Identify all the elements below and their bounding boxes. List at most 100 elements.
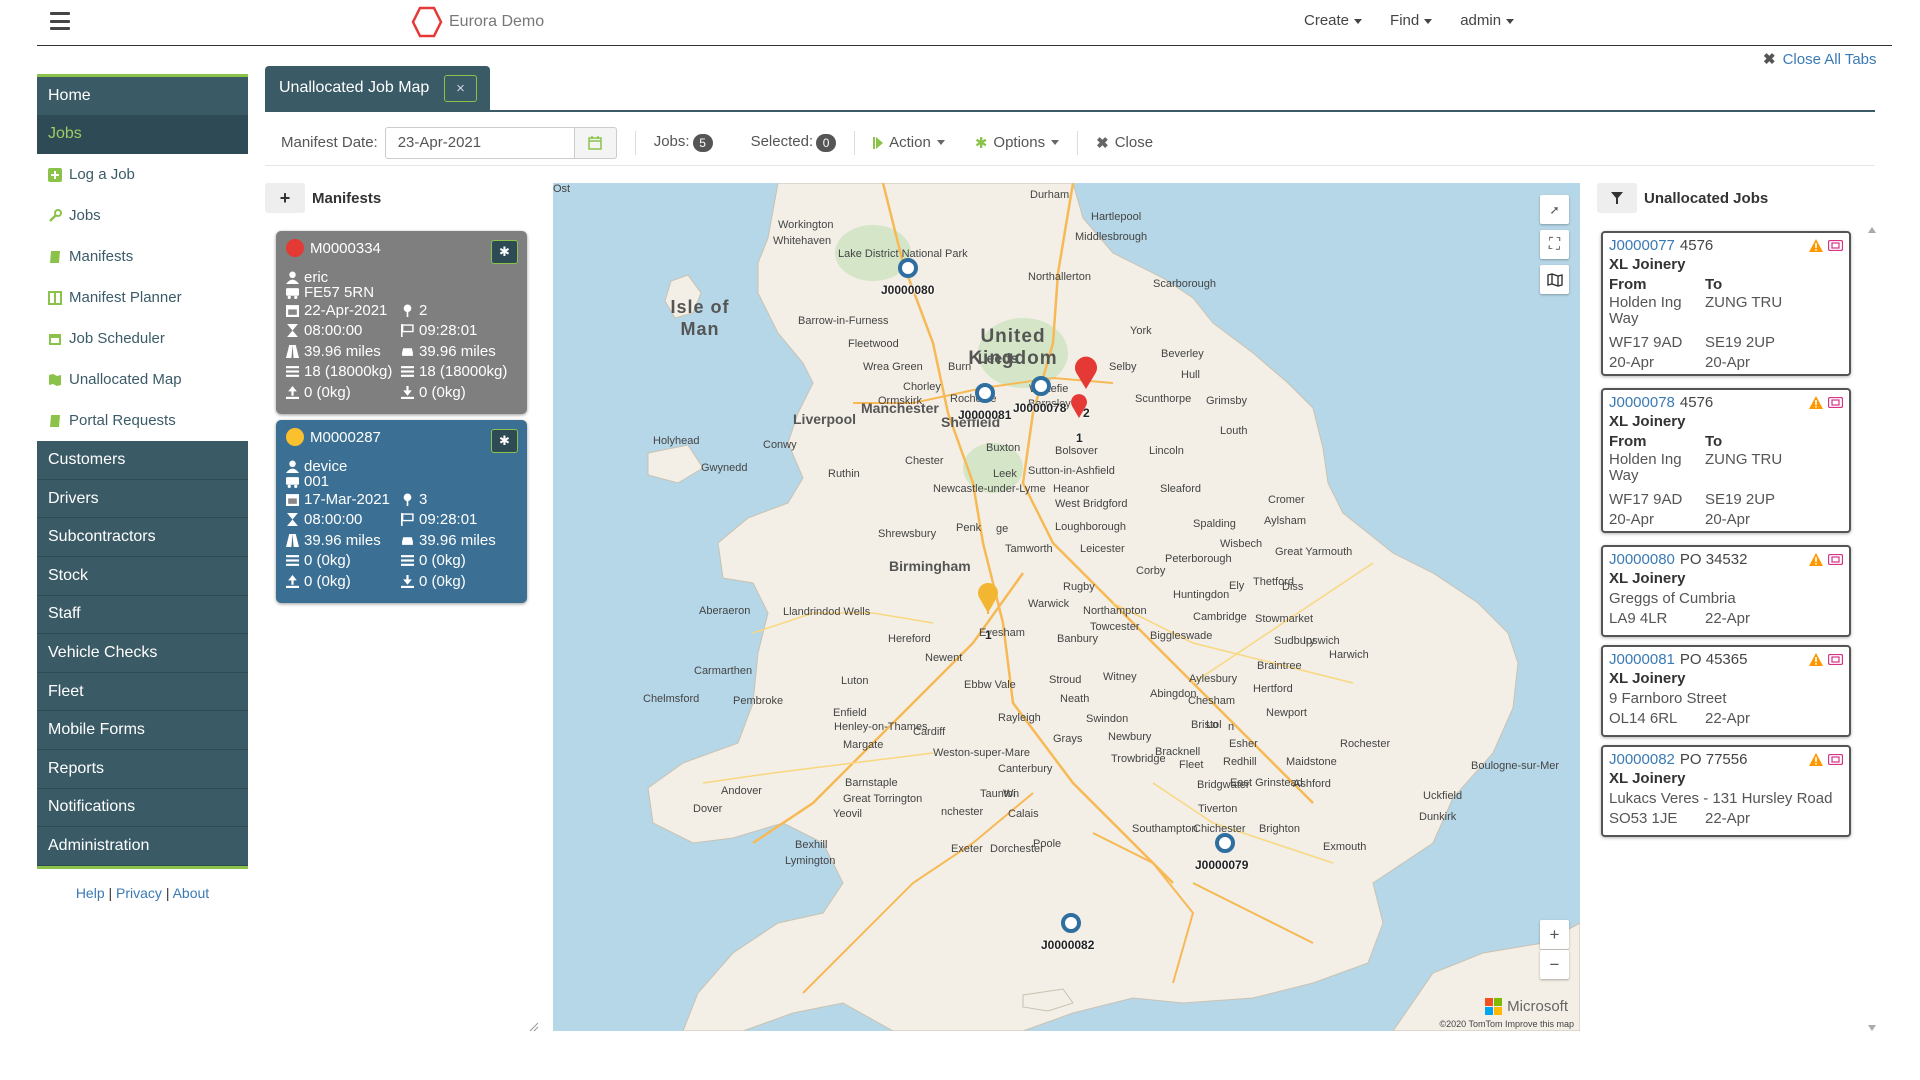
location-marker-icon xyxy=(1075,356,1097,389)
map-place-label: Chorley xyxy=(903,381,941,393)
job-address: 9 Farnboro Street xyxy=(1609,690,1727,707)
sidebar-item-notifications[interactable]: Notifications xyxy=(37,788,248,828)
hamburger-menu-icon[interactable] xyxy=(50,12,70,30)
map-place-label: Great Yarmouth xyxy=(1275,546,1353,558)
options-dropdown[interactable]: ✱ Options xyxy=(975,134,1060,152)
map-place-label: Rayleigh xyxy=(998,712,1041,724)
job-id-link[interactable]: J0000081 xyxy=(1609,651,1675,668)
map-pin-blue[interactable] xyxy=(1031,376,1051,400)
calendar-icon xyxy=(48,332,62,346)
sidebar-item-drivers[interactable]: Drivers xyxy=(37,479,248,519)
map-pin-blue[interactable] xyxy=(1215,833,1235,857)
sidebar-item-fleet[interactable]: Fleet xyxy=(37,672,248,712)
map-view[interactable]: Durham Hartlepool Middlesbrough Workington W… xyxy=(553,183,1580,1031)
job-date: 22-Apr xyxy=(1705,810,1751,827)
manifest-start-time: 08:00:00 xyxy=(304,511,363,529)
map-pin-red[interactable] xyxy=(1074,356,1098,394)
close-all-tabs-link[interactable]: ✖ Close All Tabs xyxy=(1763,50,1877,69)
from-date: 20-Apr xyxy=(1609,354,1655,371)
ticket-icon[interactable] xyxy=(1828,553,1843,565)
unallocated-job-card[interactable]: J0000078 4576 XL Joinery From To Holden … xyxy=(1601,388,1851,533)
manifest-load: 0 (0kg) xyxy=(304,552,351,570)
map-pin-blue[interactable] xyxy=(898,258,918,282)
map-style-button[interactable] xyxy=(1540,265,1569,294)
action-dropdown[interactable]: Action xyxy=(873,134,945,151)
map-pin-blue[interactable] xyxy=(1061,913,1081,937)
sidebar-item-mobile-forms[interactable]: Mobile Forms xyxy=(37,711,248,750)
warning-icon[interactable] xyxy=(1809,238,1823,252)
sidebar-subitem-portal-requests[interactable]: Portal Requests xyxy=(37,400,248,442)
unallocated-job-card[interactable]: J0000082 PO 77556 XL Joinery Lukacs Vere… xyxy=(1601,745,1851,837)
find-menu[interactable]: Find xyxy=(1390,12,1433,29)
manifest-settings-button[interactable]: ✱ xyxy=(491,240,518,264)
help-link[interactable]: Help xyxy=(76,885,105,901)
tab-close-button[interactable]: × xyxy=(444,75,477,102)
job-id-link[interactable]: J0000082 xyxy=(1609,751,1675,768)
job-id-link[interactable]: J0000078 xyxy=(1609,394,1675,411)
fullscreen-button[interactable]: ⛶ xyxy=(1540,230,1569,259)
resize-grip-icon[interactable] xyxy=(529,1022,539,1032)
manifest-card[interactable]: M0000334 ✱ eric FE57 5RN 22-Apr-2021 2 08… xyxy=(276,231,527,414)
select-tool-button[interactable]: ➚ xyxy=(1540,195,1569,224)
warning-icon[interactable] xyxy=(1809,752,1823,766)
job-id-link[interactable]: J0000077 xyxy=(1609,237,1675,254)
filter-button[interactable] xyxy=(1597,183,1637,213)
sidebar-item-reports[interactable]: Reports xyxy=(37,749,248,789)
warning-icon[interactable] xyxy=(1809,395,1823,409)
location-marker-icon xyxy=(1031,376,1051,396)
sidebar-item-jobs[interactable]: Jobs xyxy=(37,115,248,155)
manifest-date-input[interactable] xyxy=(384,126,575,159)
ticket-icon[interactable] xyxy=(1828,396,1843,408)
sidebar-item-administration[interactable]: Administration xyxy=(37,827,248,866)
sidebar-item-staff[interactable]: Staff xyxy=(37,595,248,635)
manifest-card[interactable]: M0000287 ✱ device 001 17-Mar-2021 3 08:00… xyxy=(276,420,527,603)
close-icon: ✖ xyxy=(1763,51,1776,68)
privacy-link[interactable]: Privacy xyxy=(116,885,162,901)
sidebar-subitem-unallocated-map[interactable]: Unallocated Map xyxy=(37,359,248,401)
warning-icon[interactable] xyxy=(1809,552,1823,566)
calendar-icon xyxy=(588,135,602,150)
unallocated-job-card[interactable]: J0000081 PO 45365 XL Joinery 9 Farnboro … xyxy=(1601,645,1851,737)
jobs-scrollbar[interactable] xyxy=(1866,225,1878,1033)
job-id-link[interactable]: J0000080 xyxy=(1609,551,1675,568)
sidebar-item-customers[interactable]: Customers xyxy=(37,441,248,480)
sidebar-item-home[interactable]: Home xyxy=(37,77,248,116)
manifest-date-label: Manifest Date: xyxy=(281,134,378,151)
unallocated-job-card[interactable]: J0000080 PO 34532 XL Joinery Greggs of C… xyxy=(1601,545,1851,637)
map-attribution[interactable]: ©2020 TomTom Improve this map xyxy=(1439,1019,1574,1029)
close-button[interactable]: ✖ Close xyxy=(1096,134,1153,152)
download-icon xyxy=(401,574,414,588)
ticket-icon[interactable] xyxy=(1828,653,1843,665)
jobs-count-label: Jobs: 5 xyxy=(654,133,713,152)
sidebar-item-stock[interactable]: Stock xyxy=(37,556,248,596)
tab-unallocated-job-map[interactable]: Unallocated Job Map × xyxy=(265,66,490,110)
ticket-icon[interactable] xyxy=(1828,753,1843,765)
sidebar-subitem-jobs[interactable]: Jobs xyxy=(37,195,248,237)
add-manifest-button[interactable]: + xyxy=(265,183,305,213)
unallocated-job-card[interactable]: J0000077 4576 XL Joinery From To Holden … xyxy=(1601,231,1851,376)
manifest-settings-button[interactable]: ✱ xyxy=(491,429,518,453)
map-pin-red-small[interactable] xyxy=(1070,391,1088,423)
job-route: From To Holden Ing Way ZUNG TRU WF17 9AD… xyxy=(1609,432,1843,530)
zoom-out-button[interactable]: − xyxy=(1540,950,1569,979)
sidebar-subitem-log-a-job[interactable]: Log a Job xyxy=(37,154,248,196)
about-link[interactable]: About xyxy=(173,885,210,901)
sidebar-subitem-job-scheduler[interactable]: Job Scheduler xyxy=(37,318,248,360)
sidebar-item-vehicle-checks[interactable]: Vehicle Checks xyxy=(37,634,248,673)
map-place-label: Southampton xyxy=(1132,823,1198,835)
user-menu[interactable]: admin xyxy=(1460,12,1515,29)
calendar-button[interactable] xyxy=(574,126,617,159)
job-company: XL Joinery xyxy=(1609,413,1686,430)
ticket-icon[interactable] xyxy=(1828,239,1843,251)
map-place-label: Stroud xyxy=(1049,674,1082,686)
sidebar-subitem-manifests[interactable]: Manifests xyxy=(37,236,248,278)
zoom-in-button[interactable]: + xyxy=(1540,920,1569,949)
brand[interactable]: Eurora Demo xyxy=(410,5,544,39)
sidebar-subitem-manifest-planner[interactable]: Manifest Planner xyxy=(37,277,248,319)
map-pin-yellow[interactable] xyxy=(977,582,999,618)
map-pin-blue[interactable] xyxy=(975,383,995,407)
create-menu[interactable]: Create xyxy=(1304,12,1363,29)
sidebar-item-subcontractors[interactable]: Subcontractors xyxy=(37,518,248,557)
warning-icon[interactable] xyxy=(1809,652,1823,666)
manifest-status-dot xyxy=(286,428,304,446)
